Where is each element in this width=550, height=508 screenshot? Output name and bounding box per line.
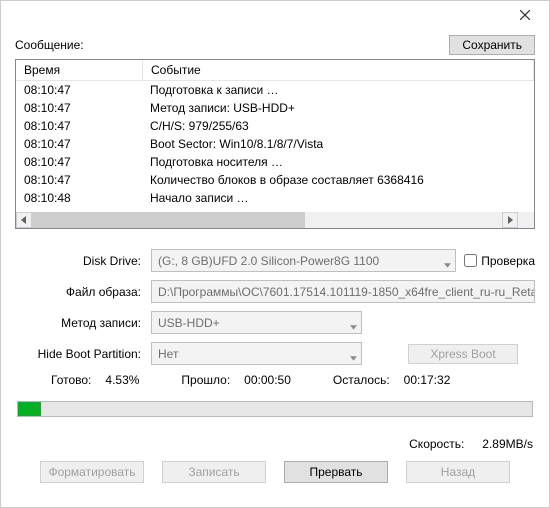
write-method-value: USB-HDD+ [158,316,220,330]
save-button[interactable]: Сохранить [449,35,535,55]
log-event: Метод записи: USB-HDD+ [142,99,534,117]
log-event: Boot Sector: Win10/8.1/8/7/Vista [142,135,534,153]
ready-value: 4.53% [105,373,139,387]
log-event: Начало записи … [142,189,534,205]
scroll-left-icon[interactable] [16,212,32,228]
chevron-down-icon [444,257,451,264]
disk-drive-combo[interactable]: (G:, 8 GB)UFD 2.0 Silicon-Power8G 1100 [151,249,456,272]
bottom-buttons: Форматировать Записать Прервать Назад [15,461,535,483]
log-row[interactable]: 08:10:47Количество блоков в образе соста… [16,171,534,189]
elapsed-value: 00:00:50 [244,373,291,387]
log-row[interactable]: 08:10:47Метод записи: USB-HDD+ [16,99,534,117]
write-method-label: Метод записи: [15,316,151,330]
chevron-down-icon [350,319,357,326]
h-scrollbar[interactable] [16,212,518,228]
image-file-row: Файл образа: D:\Программы\ОС\7601.17514.… [15,280,535,303]
disk-drive-value: (G:, 8 GB)UFD 2.0 Silicon-Power8G 1100 [158,254,379,268]
verify-checkbox[interactable]: Проверка [464,254,535,268]
back-button: Назад [406,461,510,483]
log-event: Количество блоков в образе составляет 63… [142,171,534,189]
verify-checkbox-label: Проверка [481,254,535,268]
disk-drive-label: Disk Drive: [15,254,151,268]
scroll-thumb[interactable] [32,212,305,228]
log-event: Подготовка к записи … [142,81,534,99]
log-row[interactable]: 08:10:47Подготовка носителя … [16,153,534,171]
hide-partition-label: Hide Boot Partition: [15,347,151,361]
log-body: 08:10:47Подготовка к записи …08:10:47Мет… [16,81,534,205]
log-time: 08:10:47 [16,117,142,135]
log-row[interactable]: 08:10:47Boot Sector: Win10/8.1/8/7/Vista [16,135,534,153]
chevron-down-icon [350,350,357,357]
message-row: Сообщение: Сохранить [15,35,535,55]
write-method-combo[interactable]: USB-HDD+ [151,311,362,334]
log-row[interactable]: 08:10:47C/H/S: 979/255/63 [16,117,534,135]
log-header: Время Событие [16,60,534,81]
xpress-boot-button: Xpress Boot [408,344,518,364]
log-time: 08:10:48 [16,189,142,205]
close-icon [520,10,530,20]
scroll-corner [518,212,534,228]
log-event: Подготовка носителя … [142,153,534,171]
log-time: 08:10:47 [16,99,142,117]
speed-label: Скорость: [409,437,464,451]
log-row[interactable]: 08:10:48Начало записи … [16,189,534,205]
verify-checkbox-input[interactable] [464,254,477,267]
app-window: Сообщение: Сохранить Время Событие 08:10… [0,0,550,508]
content-area: Сообщение: Сохранить Время Событие 08:10… [1,29,549,493]
progress-fill [18,402,41,416]
log-row[interactable]: 08:10:47Подготовка к записи … [16,81,534,99]
speed-row: Скорость: 2.89MB/s [15,437,535,451]
abort-button[interactable]: Прервать [284,461,388,483]
titlebar [1,1,549,29]
log-time: 08:10:47 [16,135,142,153]
log-event: C/H/S: 979/255/63 [142,117,534,135]
ready-label: Готово: [51,373,91,387]
hide-partition-value: Нет [158,347,178,361]
progress-bar [17,401,533,417]
close-button[interactable] [507,3,543,27]
hide-partition-row: Hide Boot Partition: Нет Xpress Boot [15,342,535,365]
remain-label: Осталось: [333,373,390,387]
speed-value: 2.89MB/s [482,437,533,451]
write-method-row: Метод записи: USB-HDD+ [15,311,535,334]
elapsed-label: Прошло: [181,373,230,387]
col-event[interactable]: Событие [143,60,534,81]
col-time[interactable]: Время [16,60,143,81]
remain-value: 00:17:32 [404,373,451,387]
image-file-value: D:\Программы\ОС\7601.17514.101119-1850_x… [158,285,535,299]
image-file-field[interactable]: D:\Программы\ОС\7601.17514.101119-1850_x… [151,280,535,303]
stats-row: Готово: 4.53% Прошло: 00:00:50 Осталось:… [15,373,535,387]
log-panel: Время Событие 08:10:47Подготовка к запис… [15,59,535,229]
scroll-track[interactable] [32,212,502,228]
log-time: 08:10:47 [16,81,142,99]
hide-partition-combo[interactable]: Нет [151,342,362,365]
format-button: Форматировать [40,461,144,483]
log-time: 08:10:47 [16,171,142,189]
disk-drive-row: Disk Drive: (G:, 8 GB)UFD 2.0 Silicon-Po… [15,249,535,272]
form-area: Disk Drive: (G:, 8 GB)UFD 2.0 Silicon-Po… [15,249,535,365]
message-label: Сообщение: [15,38,84,52]
write-button: Записать [162,461,266,483]
log-time: 08:10:47 [16,153,142,171]
image-file-label: Файл образа: [15,285,151,299]
scroll-right-icon[interactable] [502,212,518,228]
